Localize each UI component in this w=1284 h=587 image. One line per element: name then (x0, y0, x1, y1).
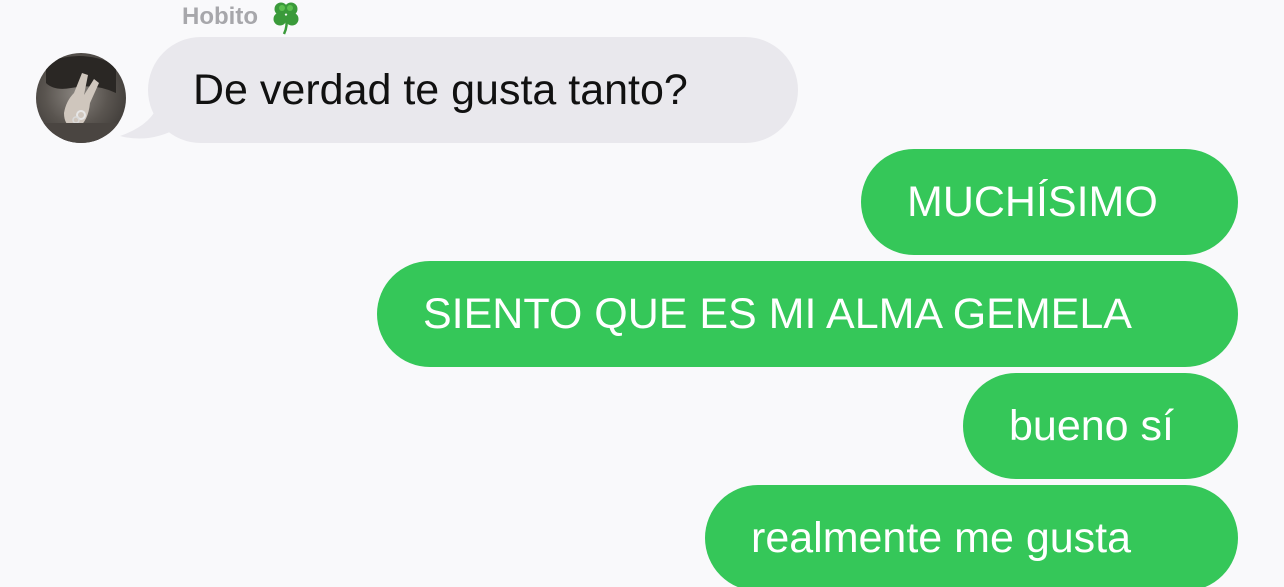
outgoing-message-bubble[interactable]: bueno sí (963, 373, 1238, 479)
sender-name-row: Hobito (182, 2, 306, 35)
outgoing-message-bubble[interactable]: MUCHÍSIMO (861, 149, 1238, 255)
sender-name: Hobito (182, 3, 258, 30)
chat-transcript: Hobito De verdad te gusta tanto? MUCHÍSI… (0, 0, 1284, 587)
avatar[interactable] (36, 53, 126, 143)
outgoing-message-text: SIENTO QUE ES MI ALMA GEMELA (423, 289, 1132, 338)
outgoing-message-text: bueno sí (1009, 401, 1174, 450)
outgoing-message-text: MUCHÍSIMO (907, 177, 1158, 226)
outgoing-message-bubble[interactable]: SIENTO QUE ES MI ALMA GEMELA (377, 261, 1238, 367)
avatar-photo (36, 55, 126, 143)
four-leaf-clover-icon (273, 2, 299, 35)
incoming-message-bubble[interactable]: De verdad te gusta tanto? (148, 37, 798, 143)
incoming-message-text: De verdad te gusta tanto? (193, 65, 688, 114)
outgoing-message-bubble[interactable]: realmente me gusta (705, 485, 1238, 587)
outgoing-message-text: realmente me gusta (751, 513, 1132, 562)
